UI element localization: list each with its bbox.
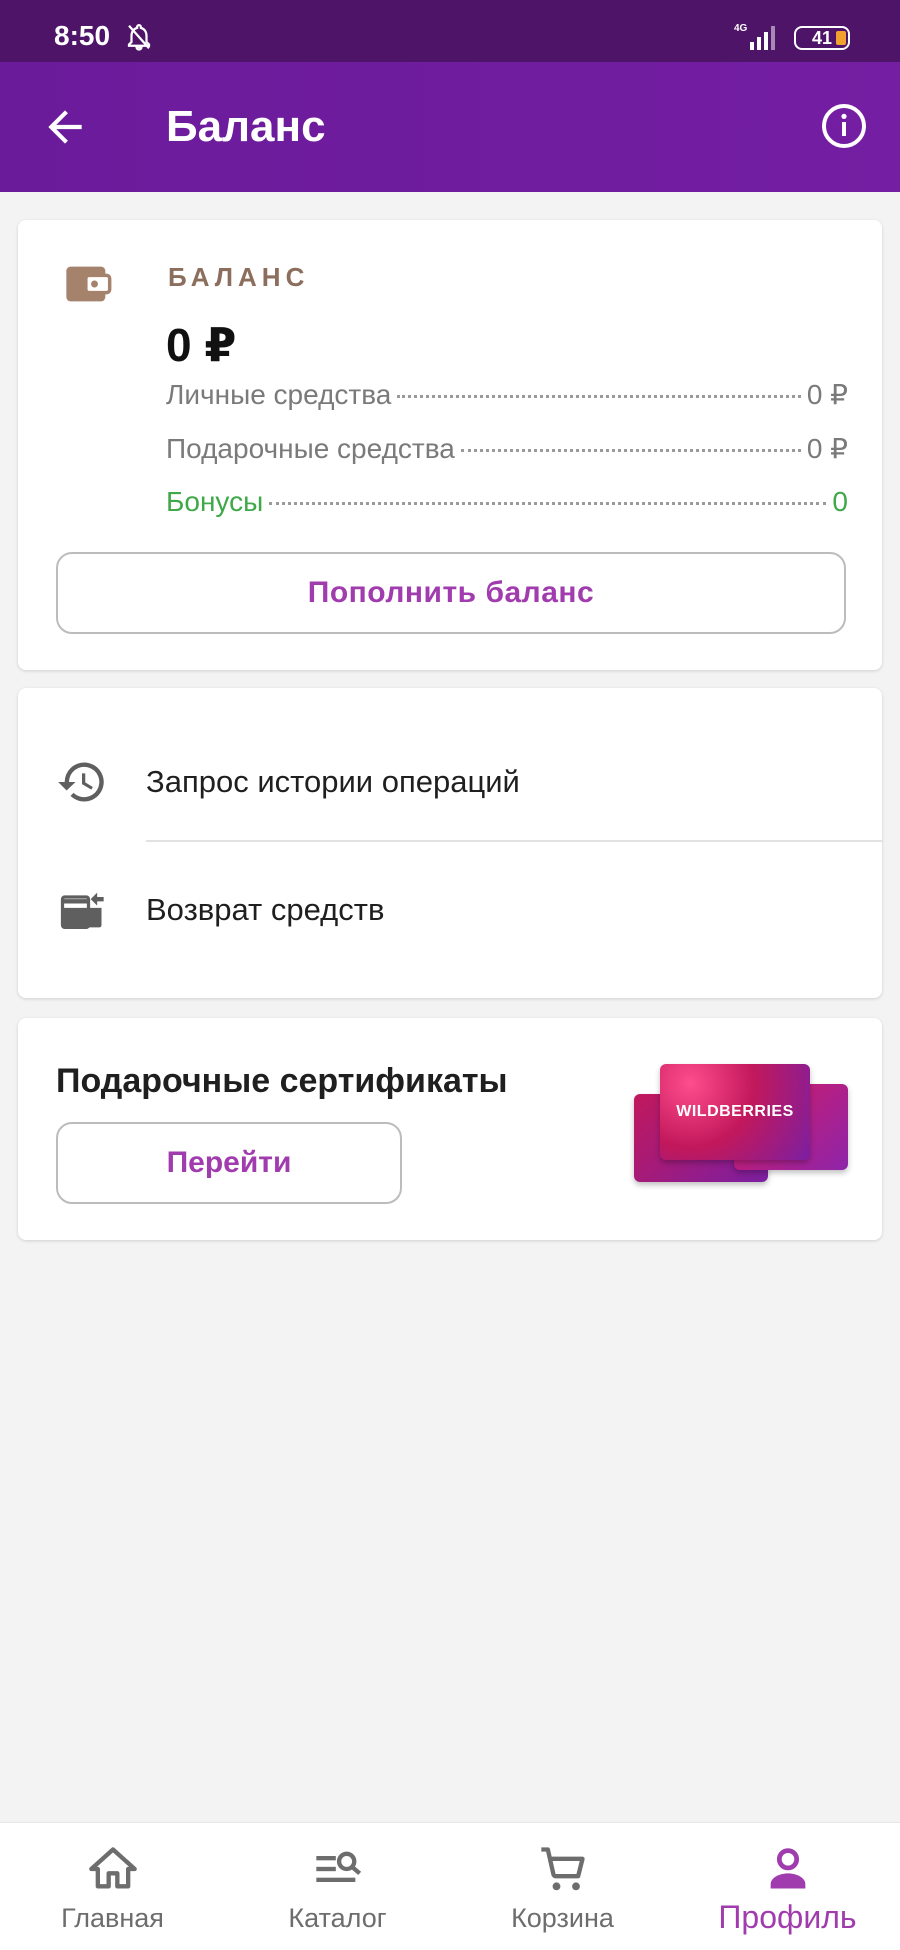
- history-icon: [58, 762, 104, 802]
- catalog-search-icon: [315, 1851, 361, 1882]
- profile-icon: [770, 1848, 805, 1889]
- nav-label: Профиль: [718, 1899, 857, 1935]
- row-label: Бонусы: [166, 486, 264, 517]
- signal-icon: [750, 26, 775, 50]
- gift-cards-image: WILDBERRIES: [634, 1064, 850, 1200]
- topup-balance-button[interactable]: Пополнить баланс: [56, 552, 846, 634]
- app-bar: Баланс: [0, 62, 900, 192]
- personal-funds-row: Личные средства 0 ₽: [166, 378, 848, 411]
- operations-menu-card: Запрос истории операций Возврат средств: [18, 688, 882, 998]
- row-label: Подарочные средства: [166, 433, 455, 464]
- balance-card: БАЛАНС 0 ₽ Личные средства 0 ₽ Подарочны…: [18, 220, 882, 670]
- battery-level: 41: [811, 27, 833, 48]
- menu-item-refund[interactable]: Возврат средств: [18, 848, 882, 972]
- battery-icon: 41: [794, 26, 850, 50]
- gift-card-brand: WILDBERRIES: [676, 1103, 794, 1120]
- wallet-icon: [66, 266, 112, 302]
- status-time: 8:50: [54, 20, 111, 51]
- balance-label: БАЛАНС: [168, 262, 310, 292]
- menu-item-label: Возврат средств: [146, 892, 385, 927]
- nav-home[interactable]: Главная: [0, 1823, 225, 1950]
- gift-funds-row: Подарочные средства 0 ₽: [166, 432, 848, 465]
- refund-card-icon: [60, 892, 104, 929]
- arrow-back-icon[interactable]: [40, 102, 90, 152]
- bonuses-row: Бонусы 0: [166, 486, 848, 518]
- nav-cart[interactable]: Корзина: [450, 1823, 675, 1950]
- bottom-navigation: Главная Каталог Корзина Профиль: [0, 1822, 900, 1950]
- row-value: 0 ₽: [806, 379, 848, 410]
- bell-off-icon: [127, 24, 151, 51]
- divider: [146, 840, 882, 842]
- gift-certificates-title: Подарочные сертификаты: [56, 1062, 508, 1100]
- nav-label: Главная: [61, 1903, 164, 1933]
- nav-catalog[interactable]: Каталог: [225, 1823, 450, 1950]
- page-title: Баланс: [166, 102, 326, 151]
- status-bar: 8:50 4G 41: [0, 0, 900, 62]
- nav-profile[interactable]: Профиль: [675, 1823, 900, 1950]
- cart-icon: [540, 1847, 585, 1891]
- row-value: 0: [832, 486, 848, 517]
- nav-label: Корзина: [511, 1903, 614, 1933]
- menu-item-label: Запрос истории операций: [146, 764, 520, 799]
- menu-item-history[interactable]: Запрос истории операций: [18, 720, 882, 844]
- balance-amount: 0 ₽: [166, 319, 237, 371]
- gift-certificates-card: Подарочные сертификаты Перейти WILDBERRI…: [18, 1018, 882, 1240]
- info-icon[interactable]: [820, 102, 868, 150]
- goto-button[interactable]: Перейти: [56, 1122, 402, 1204]
- row-value: 0 ₽: [806, 433, 848, 464]
- home-icon: [88, 1847, 137, 1889]
- nav-label: Каталог: [288, 1903, 387, 1933]
- row-label: Личные средства: [166, 379, 392, 410]
